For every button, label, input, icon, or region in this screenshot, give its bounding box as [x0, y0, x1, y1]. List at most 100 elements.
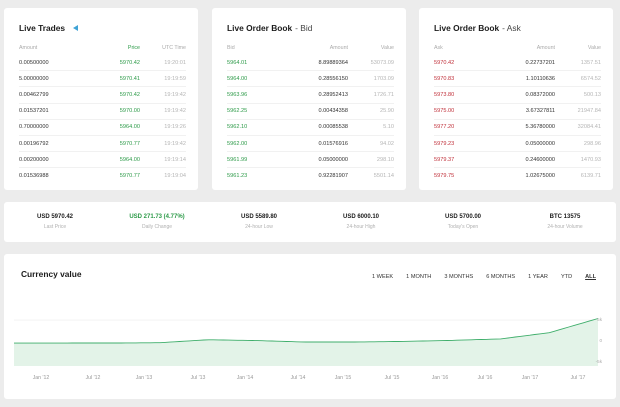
ask-cell: 5975.00	[434, 108, 455, 115]
column-header-value: Value	[380, 45, 394, 51]
amount-cell: 0.05000000	[318, 156, 348, 163]
ask-cell: 5979.23	[434, 140, 455, 147]
price-cell: 5970.77	[119, 173, 140, 180]
value-cell: 5501.14	[373, 173, 394, 180]
stat-item: BTC 13575 24-hour Volume	[514, 202, 616, 242]
table-row: 5977.20 5.36780000 32084.41	[434, 120, 601, 136]
x-tick-label: Jul '13	[191, 375, 206, 381]
time-cell: 19:20:01	[164, 59, 186, 66]
column-header-utc-time: UTC Time	[162, 45, 186, 51]
time-cell: 19:19:26	[164, 124, 186, 131]
stat-item: USD 5589.80 24-hour Low	[208, 202, 310, 242]
bid-cell: 5962.00	[227, 140, 248, 147]
x-tick-label: Jan '16	[432, 375, 449, 381]
ask-cell: 5977.20	[434, 124, 455, 131]
amount-cell: 0.70000000	[19, 124, 49, 131]
table-row: 0.00500000 5970.42 19:20:01	[19, 55, 186, 72]
x-tick-label: Jul '16	[478, 375, 493, 381]
price-cell: 5970.00	[119, 108, 140, 115]
bid-cell: 5963.96	[227, 91, 248, 98]
bid-cell: 5964.01	[227, 59, 248, 66]
currency-value-card: Currency value 1 week 1 month 3 months 6 mo…	[4, 254, 616, 399]
stat-value: USD 5700.00	[444, 214, 482, 220]
amount-cell: 0.05000000	[525, 140, 555, 147]
ask-cell: 5970.83	[434, 75, 455, 82]
currency-value-chart: Jan '12 Jul '12 Jan '13 Jul '13 Jan '14 Jul '…	[14, 317, 603, 381]
table-row: 5964.01 8.89889364 53073.09	[227, 55, 394, 72]
value-cell: 1726.71	[373, 91, 394, 98]
live-trades-title-text: Live Trades	[19, 23, 66, 33]
bid-cell: 5964.00	[227, 75, 248, 82]
amount-cell: 0.00462799	[19, 91, 49, 98]
bid-cell: 5962.25	[227, 108, 248, 115]
table-row: 0.00196792 5970.77 19:19:42	[19, 136, 186, 153]
table-row: 5979.23 0.05000000 298.96	[434, 136, 601, 153]
stat-item: USD 271.73 (4.77%) Daily Change	[106, 202, 208, 242]
order-book-ask-subtitle: - Ask	[502, 23, 521, 33]
order-book-ask-panel: Live Order Book - Ask Ask Amount Value 5…	[419, 8, 613, 190]
table-row: 5961.99 0.05000000 298.10	[227, 152, 394, 169]
stat-label: Today's Open	[447, 224, 479, 230]
amount-cell: 0.00196792	[19, 140, 49, 147]
live-trades-title: Live Trades	[19, 22, 186, 34]
live-trades-panel: Live Trades Amount Price UTC Time 0.0050…	[4, 8, 198, 190]
stat-value: BTC 13575	[549, 214, 581, 220]
value-cell: 500.13	[583, 91, 601, 98]
table-row: 5979.75 1.02675000 6139.71	[434, 168, 601, 184]
table-row: 5.00000000 5970.41 19:19:59	[19, 71, 186, 88]
y-tick-label: -5k	[596, 359, 603, 364]
table-row: 0.70000000 5964.00 19:19:26	[19, 120, 186, 136]
stat-label: Daily Change	[141, 224, 173, 230]
price-cell: 5970.42	[119, 91, 140, 98]
value-cell: 298.96	[583, 140, 601, 147]
value-cell: 94.02	[380, 140, 394, 147]
table-row: 5963.96 0.28952413 1726.71	[227, 87, 394, 104]
amount-cell: 0.01576916	[318, 140, 348, 147]
order-book-bid-title: Live Order Book - Bid	[227, 22, 394, 34]
value-cell: 21947.84	[577, 108, 601, 115]
ask-cell: 5979.75	[434, 173, 455, 180]
x-tick-label: Jan '12	[33, 375, 50, 381]
value-cell: 1703.09	[373, 75, 394, 82]
column-header-amount: Amount	[536, 45, 555, 51]
table-row: 5961.23 0.92281907 5501.14	[227, 168, 394, 184]
table-row: 5962.25 0.00434358 25.90	[227, 104, 394, 120]
amount-cell: 0.22737201	[525, 59, 555, 66]
collapse-arrow-icon[interactable]	[73, 25, 79, 31]
value-cell: 6574.52	[580, 75, 601, 82]
table-row: 5973.80 0.08372000 500.13	[434, 87, 601, 104]
column-header-bid: Bid	[227, 45, 235, 51]
time-cell: 19:19:59	[164, 75, 186, 82]
value-cell: 1470.93	[580, 156, 601, 163]
stat-label: 24-hour Low	[245, 224, 273, 230]
price-cell: 5970.41	[119, 75, 140, 82]
table-row: 0.01536988 5970.77 19:19:04	[19, 168, 186, 184]
live-trades-header: Amount Price UTC Time	[19, 44, 186, 52]
price-cell: 5970.77	[119, 140, 140, 147]
stat-item: USD 5700.00 Today's Open	[412, 202, 514, 242]
amount-cell: 0.00500000	[19, 59, 49, 66]
amount-cell: 5.36780000	[525, 124, 555, 131]
table-row: 0.00462799 5970.42 19:19:42	[19, 87, 186, 104]
market-stats-bar: USD 5970.42 Last Price USD 271.73 (4.77%) D…	[4, 202, 616, 242]
amount-cell: 1.10110636	[525, 75, 555, 82]
amount-cell: 0.00085538	[318, 124, 348, 131]
time-cell: 19:19:14	[164, 156, 186, 163]
order-book-bid-subtitle: - Bid	[295, 23, 313, 33]
table-row: 5962.10 0.00085538 5.10	[227, 120, 394, 136]
time-cell: 19:19:04	[164, 173, 186, 180]
time-cell: 19:19:42	[164, 91, 186, 98]
time-cell: 19:19:42	[164, 140, 186, 147]
stat-item: USD 6000.10 24-hour High	[310, 202, 412, 242]
x-tick-label: Jan '13	[136, 375, 153, 381]
amount-cell: 0.08372000	[525, 91, 555, 98]
stat-label: Last Price	[43, 224, 67, 230]
value-cell: 5.10	[383, 124, 394, 131]
order-book-ask-header: Ask Amount Value	[434, 44, 601, 52]
ask-cell: 5979.37	[434, 156, 455, 163]
amount-cell: 8.89889364	[318, 59, 348, 66]
amount-cell: 1.02675000	[525, 173, 555, 180]
order-book-bid-rows: 5964.01 8.89889364 53073.09 5964.00 0.285561…	[227, 55, 394, 185]
stat-label: 24-hour Volume	[547, 224, 583, 230]
time-cell: 19:19:42	[164, 108, 186, 115]
